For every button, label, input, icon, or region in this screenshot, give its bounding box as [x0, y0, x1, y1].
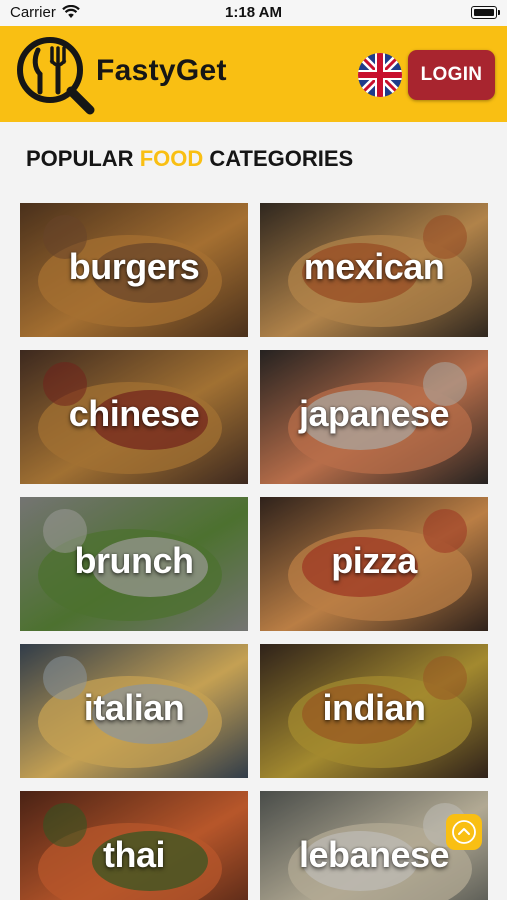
section-title-end: CATEGORIES	[203, 146, 354, 171]
category-label: pizza	[331, 540, 417, 581]
category-card-mexican[interactable]: mexican	[260, 203, 488, 337]
login-button[interactable]: LOGIN	[408, 50, 495, 100]
category-label: mexican	[303, 246, 445, 287]
category-label: thai	[102, 834, 166, 875]
category-label: burgers	[68, 246, 200, 287]
category-label: indian	[322, 687, 427, 728]
app-header: FastyGet LOGIN	[0, 26, 507, 122]
battery-icon	[471, 6, 500, 19]
section-title-start: POPULAR	[26, 146, 140, 171]
category-card-chinese[interactable]: chinese	[20, 350, 248, 484]
status-bar: Carrier 1:18 AM	[0, 0, 507, 26]
section-title-accent: FOOD	[139, 146, 204, 171]
chevron-up-icon	[452, 820, 476, 844]
fork-knife-magnifier-icon[interactable]	[14, 34, 98, 118]
category-card-pizza[interactable]: pizza	[260, 497, 488, 631]
category-card-thai[interactable]: thai	[20, 791, 248, 900]
brand-name: FastyGet	[96, 54, 227, 87]
category-card-brunch[interactable]: brunch	[20, 497, 248, 631]
category-card-italian[interactable]: italian	[20, 644, 248, 778]
scroll-top-button[interactable]	[446, 814, 482, 850]
clock-time: 1:18 AM	[225, 4, 282, 21]
category-card-indian[interactable]: indian	[260, 644, 488, 778]
uk-flag-icon[interactable]	[358, 53, 402, 97]
category-label: brunch	[74, 540, 195, 581]
category-grid: burgers mexican chinese japanese brunch pizza…	[20, 203, 488, 900]
category-card-burgers[interactable]: burgers	[20, 203, 248, 337]
category-label: chinese	[68, 393, 200, 434]
section-title: POPULAR FOOD CATEGORIES	[26, 146, 353, 172]
category-label: japanese	[298, 393, 450, 434]
category-card-japanese[interactable]: japanese	[260, 350, 488, 484]
category-label: italian	[83, 687, 185, 728]
